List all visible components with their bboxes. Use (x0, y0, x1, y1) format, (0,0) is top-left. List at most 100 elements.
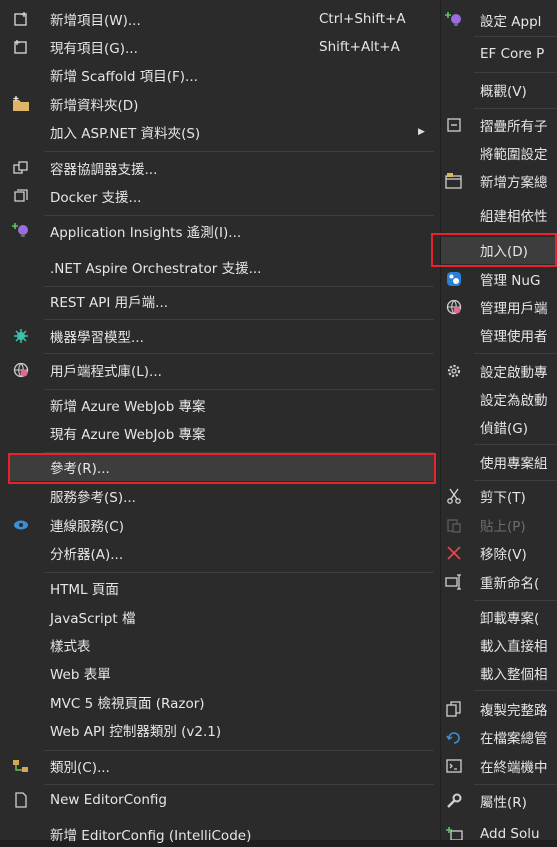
right-menu-item-26[interactable]: Add Solu (441, 821, 557, 840)
menu-item-label: 貼上(P) (480, 519, 526, 535)
left-menu-item-24[interactable]: 類別(C)... (0, 753, 440, 779)
menu-item-label: Application Insights 遙測(I)... (50, 225, 242, 241)
menu-item-label: 管理使用者 (480, 329, 548, 345)
connected-service-icon (12, 516, 30, 534)
right-menu-item-23[interactable]: 在檔案總管 (441, 724, 557, 750)
menu-separator (474, 353, 557, 354)
menu-item-label: 新增 Azure WebJob 專案 (50, 399, 206, 415)
menu-separator (474, 690, 557, 691)
right-menu-item-3[interactable]: 摺疊所有子 (441, 112, 557, 138)
left-menu-item-10[interactable]: 機器學習模型... (0, 323, 440, 349)
right-menu-item-15[interactable]: 剪下(T) (441, 483, 557, 509)
add-solution-icon (445, 825, 463, 840)
right-menu-item-22[interactable]: 複製完整路 (441, 696, 557, 722)
reference-highlight-box (8, 453, 436, 484)
right-menu-item-4[interactable]: 將範圍設定 (441, 140, 557, 166)
right-menu-item-16: 貼上(P) (441, 512, 557, 538)
application-insights-icon (445, 11, 463, 29)
left-menu-item-19[interactable]: JavaScript 檔 (0, 604, 440, 630)
left-menu-item-22[interactable]: MVC 5 檢視頁面 (Razor) (0, 689, 440, 715)
menu-item-label: Add Solu (480, 826, 540, 840)
menu-item-label: 設定啟動專 (480, 365, 548, 381)
menu-separator (474, 600, 557, 601)
left-menu-item-8[interactable]: .NET Aspire Orchestrator 支援... (0, 254, 440, 280)
left-menu-item-18[interactable]: HTML 頁面 (0, 575, 440, 601)
left-menu-item-2[interactable]: 新增 Scaffold 項目(F)... (0, 62, 440, 88)
new-folder-icon (12, 95, 30, 113)
right-menu-item-9[interactable]: 管理用戶端 (441, 294, 557, 320)
right-menu-item-2[interactable]: 概觀(V) (441, 77, 557, 103)
add-highlight-box (431, 233, 557, 267)
menu-item-label: 偵錯(G) (480, 421, 528, 437)
menu-item-label: EF Core P (480, 46, 545, 62)
left-menu-item-21[interactable]: Web 表單 (0, 660, 440, 686)
right-menu-item-17[interactable]: 移除(V) (441, 540, 557, 566)
menu-separator (44, 572, 434, 573)
paste-icon (445, 516, 463, 534)
menu-item-label: Docker 支援... (50, 190, 142, 206)
nuget-icon (445, 270, 463, 288)
menu-item-label: 新增 EditorConfig (IntelliCode) (50, 828, 252, 844)
left-menu-item-7[interactable]: Application Insights 遙測(I)... (0, 218, 440, 244)
menu-item-label: 服務參考(S)... (50, 490, 136, 506)
menu-item-label: REST API 用戶端... (50, 295, 169, 311)
right-menu-item-11[interactable]: 設定啟動專 (441, 358, 557, 384)
right-menu-item-25[interactable]: 屬性(R) (441, 788, 557, 814)
right-menu-item-21[interactable]: 載入整個相 (441, 660, 557, 686)
left-menu-item-5[interactable]: 容器協調器支援... (0, 155, 440, 181)
right-menu-item-10[interactable]: 管理使用者 (441, 322, 557, 348)
new-solution-explorer-icon (445, 172, 463, 190)
right-menu-item-6[interactable]: 組建相依性 (441, 202, 557, 228)
left-menu-item-1[interactable]: 現有項目(G)... Shift+Alt+A (0, 34, 440, 60)
left-menu-item-20[interactable]: 樣式表 (0, 632, 440, 658)
menu-item-label: .NET Aspire Orchestrator 支援... (50, 261, 262, 277)
left-menu-item-13[interactable]: 現有 Azure WebJob 專案 (0, 420, 440, 446)
wrench-icon (445, 792, 463, 810)
right-menu-item-18[interactable]: 重新命名( (441, 569, 557, 595)
right-menu-item-14[interactable]: 使用專案組 (441, 449, 557, 475)
menu-item-label: 概觀(V) (480, 84, 527, 100)
left-menu-item-4[interactable]: 加入 ASP.NET 資料夾(S) ▶ (0, 119, 440, 145)
left-menu-item-11[interactable]: 用戶端程式庫(L)... (0, 357, 440, 383)
menu-separator (44, 784, 434, 785)
menu-separator (44, 353, 434, 354)
collapse-icon (445, 116, 463, 134)
menu-item-label: 管理 NuG (480, 273, 541, 289)
right-menu-item-1[interactable]: EF Core P (441, 41, 557, 67)
left-menu-item-6[interactable]: Docker 支援... (0, 183, 440, 209)
right-menu-item-19[interactable]: 卸載專案( (441, 604, 557, 630)
right-menu-item-12[interactable]: 設定為啟動 (441, 386, 557, 412)
right-menu-item-5[interactable]: 新增方案總 (441, 168, 557, 194)
client-library-icon (445, 298, 463, 316)
right-menu-item-13[interactable]: 偵錯(G) (441, 414, 557, 440)
left-menu-item-15[interactable]: 服務參考(S)... (0, 483, 440, 509)
menu-item-label: 分析器(A)... (50, 547, 124, 563)
left-menu-item-12[interactable]: 新增 Azure WebJob 專案 (0, 392, 440, 418)
right-menu-item-20[interactable]: 載入直接相 (441, 632, 557, 658)
left-menu-item-25[interactable]: New EditorConfig (0, 787, 440, 813)
menu-item-label: 容器協調器支援... (50, 162, 158, 178)
menu-item-label: New EditorConfig (50, 792, 168, 808)
left-menu-item-0[interactable]: 新增項目(W)... Ctrl+Shift+A (0, 6, 440, 32)
left-menu-item-26[interactable]: 新增 EditorConfig (IntelliCode) (0, 821, 440, 847)
right-menu-item-0[interactable]: 設定 Appl (441, 7, 557, 33)
menu-item-label: 卸載專案( (480, 611, 540, 627)
menu-item-label: 連線服務(C) (50, 519, 124, 535)
left-menu-item-17[interactable]: 分析器(A)... (0, 540, 440, 566)
terminal-icon (445, 757, 463, 775)
menu-item-label: 組建相依性 (480, 209, 548, 225)
menu-item-label: 現有項目(G)... (50, 41, 138, 57)
menu-item-label: 在終端機中 (480, 760, 548, 776)
left-menu-item-3[interactable]: 新增資料夾(D) (0, 91, 440, 117)
menu-item-label: 在檔案總管 (480, 731, 548, 747)
right-menu-item-24[interactable]: 在終端機中 (441, 753, 557, 779)
menu-item-label: 用戶端程式庫(L)... (50, 364, 162, 380)
menu-separator (474, 72, 557, 73)
client-library-icon (12, 361, 30, 379)
right-menu-item-8[interactable]: 管理 NuG (441, 266, 557, 292)
left-menu-item-16[interactable]: 連線服務(C) (0, 512, 440, 538)
left-menu-item-23[interactable]: Web API 控制器類別 (v2.1) (0, 717, 440, 743)
cut-icon (445, 487, 463, 505)
left-menu-item-9[interactable]: REST API 用戶端... (0, 288, 440, 314)
menu-separator (44, 389, 434, 390)
